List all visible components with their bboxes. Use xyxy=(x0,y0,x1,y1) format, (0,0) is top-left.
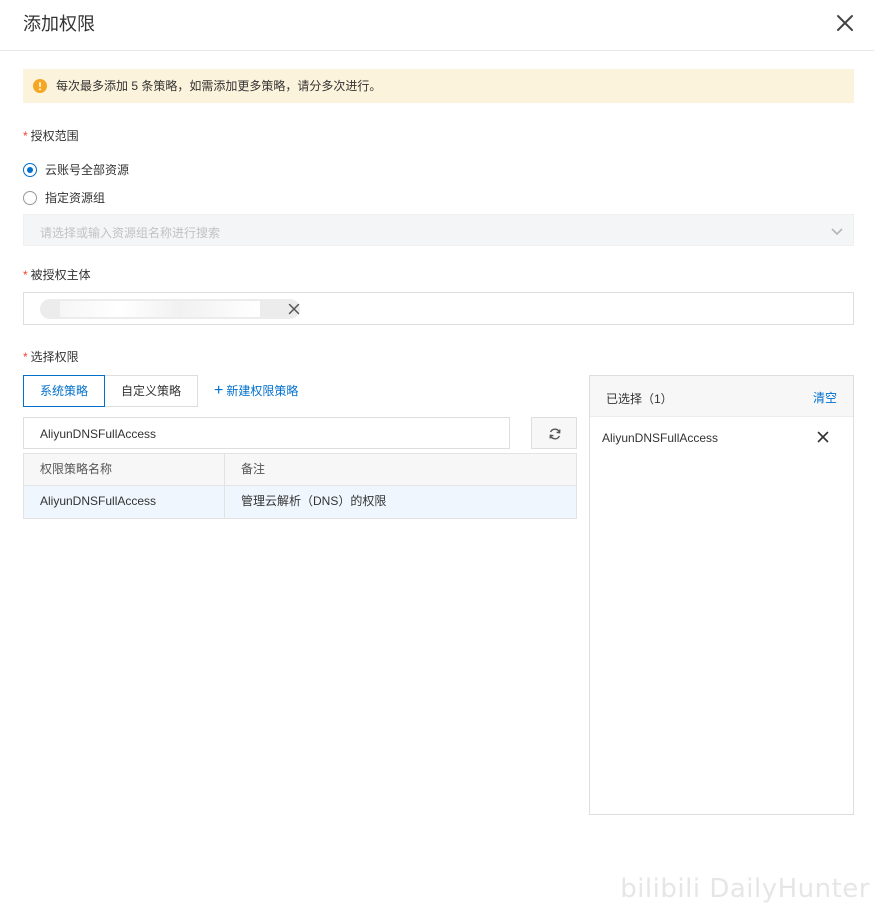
radio-resource-group[interactable]: 指定资源组 xyxy=(23,191,105,205)
scope-label: * 授权范围 xyxy=(23,129,79,143)
dialog-title: 添加权限 xyxy=(23,14,95,34)
plus-icon: + xyxy=(214,382,224,399)
principal-label: * 被授权主体 xyxy=(23,268,91,282)
refresh-button[interactable] xyxy=(531,417,577,449)
redacted-principal xyxy=(60,301,260,317)
policy-name-cell: AliyunDNSFullAccess xyxy=(24,486,225,518)
table-header: 权限策略名称 备注 xyxy=(24,454,576,486)
column-header-name: 权限策略名称 xyxy=(24,454,225,485)
close-icon[interactable] xyxy=(834,12,856,34)
limit-alert: 每次最多添加 5 条策略，如需添加更多策略，请分多次进行。 xyxy=(23,69,854,103)
scope-label-text: 授权范围 xyxy=(30,129,79,143)
column-header-note: 备注 xyxy=(241,462,266,476)
required-mark: * xyxy=(23,129,28,143)
warning-icon xyxy=(33,79,47,93)
selected-panel-header: 已选择（1） 清空 xyxy=(590,376,853,417)
dialog-header: 添加权限 xyxy=(0,0,874,51)
resource-group-placeholder: 请选择或输入资源组名称进行搜索 xyxy=(40,226,221,240)
required-mark: * xyxy=(23,350,28,364)
resource-group-select: 请选择或输入资源组名称进行搜索 xyxy=(23,214,854,246)
policy-search-value: AliyunDNSFullAccess xyxy=(40,427,157,441)
clear-button[interactable]: 清空 xyxy=(813,389,837,406)
new-policy-link[interactable]: + 新建权限策略 xyxy=(214,383,298,399)
radio-unchecked-icon[interactable] xyxy=(23,191,37,205)
watermark: bilibili DailyHunter xyxy=(620,874,870,904)
chevron-down-icon xyxy=(829,223,845,239)
tab-custom-policy[interactable]: 自定义策略 xyxy=(104,375,198,407)
permissions-label-text: 选择权限 xyxy=(30,350,79,364)
selected-item: AliyunDNSFullAccess xyxy=(602,431,719,445)
selected-panel: 已选择（1） 清空 AliyunDNSFullAccess xyxy=(589,375,854,815)
alert-text: 每次最多添加 5 条策略，如需添加更多策略，请分多次进行。 xyxy=(56,79,382,93)
radio-all-resources-label: 云账号全部资源 xyxy=(45,163,130,177)
radio-all-resources[interactable]: 云账号全部资源 xyxy=(23,163,129,177)
policy-search-input[interactable]: AliyunDNSFullAccess xyxy=(23,417,510,449)
principal-label-text: 被授权主体 xyxy=(30,268,91,282)
new-policy-label: 新建权限策略 xyxy=(226,384,299,398)
principal-tag xyxy=(40,299,300,319)
radio-resource-group-label: 指定资源组 xyxy=(45,191,106,205)
remove-tag-icon[interactable] xyxy=(286,301,302,317)
selected-count: 已选择（1） xyxy=(606,392,673,406)
required-mark: * xyxy=(23,268,28,282)
table-row[interactable]: AliyunDNSFullAccess 管理云解析（DNS）的权限 xyxy=(24,486,576,518)
policy-table: 权限策略名称 备注 AliyunDNSFullAccess 管理云解析（DNS）… xyxy=(23,453,577,519)
refresh-icon xyxy=(549,428,561,440)
permissions-label: * 选择权限 xyxy=(23,350,79,364)
radio-checked-icon[interactable] xyxy=(23,163,37,177)
tab-system-policy[interactable]: 系统策略 xyxy=(23,375,105,407)
principal-input[interactable] xyxy=(23,292,854,325)
policy-note-cell: 管理云解析（DNS）的权限 xyxy=(241,494,387,508)
remove-selected-icon[interactable] xyxy=(815,429,831,445)
